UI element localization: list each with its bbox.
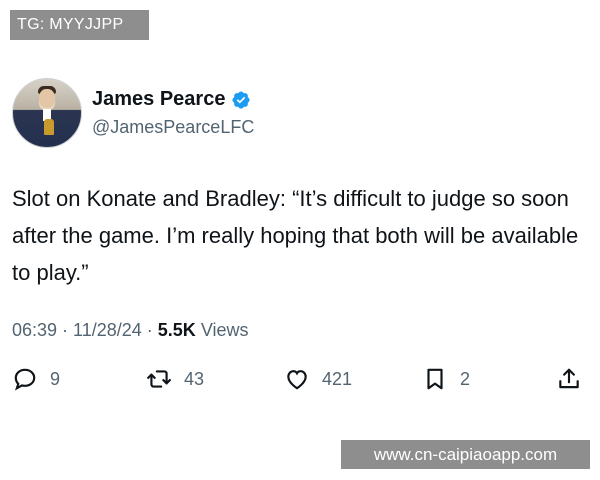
- action-bar: 9 43 421 2: [12, 366, 588, 396]
- meta-separator: ·: [146, 320, 153, 340]
- avatar[interactable]: [12, 78, 82, 148]
- avatar-trophy: [44, 119, 54, 135]
- tg-banner: TG: MYYJJPP: [10, 10, 149, 40]
- author-handle[interactable]: @JamesPearceLFC: [92, 117, 254, 138]
- reply-button[interactable]: 9: [12, 366, 60, 392]
- retweet-count: 43: [184, 368, 205, 389]
- share-icon: [559, 368, 579, 389]
- author-names: James Pearce @JamesPearceLFC: [92, 88, 254, 138]
- share-button[interactable]: [556, 366, 582, 392]
- tweet-header: James Pearce @JamesPearceLFC: [12, 78, 254, 148]
- retweet-icon: [147, 370, 171, 388]
- tweet-text: Slot on Konate and Bradley: “It’s diffic…: [12, 186, 579, 285]
- display-name[interactable]: James Pearce: [92, 88, 225, 111]
- tweet-meta: 06:39 · 11/28/24 · 5.5K Views: [12, 320, 249, 341]
- like-count: 421: [322, 368, 353, 389]
- views-count: 5.5K: [157, 320, 196, 340]
- display-name-row: James Pearce: [92, 88, 254, 111]
- reply-count: 9: [50, 368, 61, 389]
- tweet-date[interactable]: 11/28/24: [73, 320, 142, 341]
- tweet-time[interactable]: 06:39: [12, 320, 57, 341]
- reply-icon: [14, 368, 36, 391]
- watermark: www.cn-caipiaoapp.com: [341, 440, 590, 469]
- bookmark-icon: [427, 368, 443, 390]
- bookmark-count: 2: [460, 368, 471, 389]
- meta-separator: ·: [62, 320, 69, 340]
- retweet-button[interactable]: 43: [146, 366, 204, 392]
- heart-icon: [287, 370, 307, 390]
- like-button[interactable]: 421: [284, 366, 352, 392]
- verified-badge-icon: [232, 90, 250, 109]
- bookmark-button[interactable]: 2: [422, 366, 470, 392]
- views-label: Views: [200, 320, 249, 340]
- avatar-face: [39, 89, 55, 108]
